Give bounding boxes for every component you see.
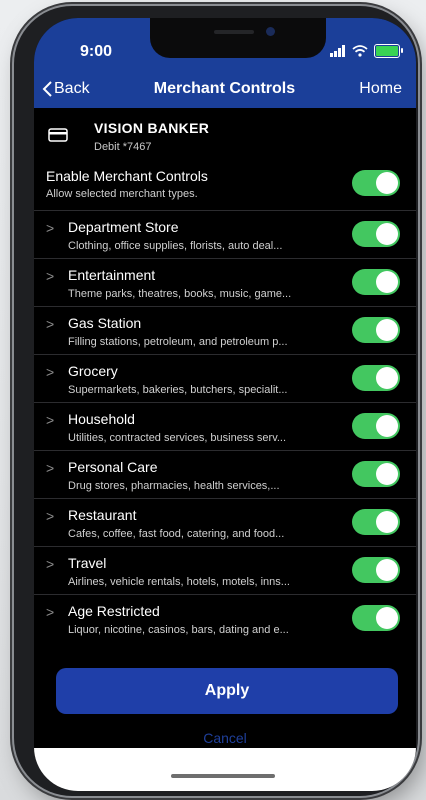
category-row-grocery[interactable]: > Grocery Supermarkets, bakeries, butche… [34,354,416,402]
household-toggle[interactable] [352,413,400,439]
category-subtitle: Supermarkets, bakeries, butchers, specia… [68,384,288,396]
system-icons [330,44,403,58]
chevron-right-icon: > [46,556,55,572]
notch [150,18,326,58]
category-subtitle: Airlines, vehicle rentals, hotels, motel… [68,576,290,588]
wifi-icon [352,45,368,57]
category-row-travel[interactable]: > Travel Airlines, vehicle rentals, hote… [34,546,416,594]
chevron-right-icon: > [46,412,55,428]
category-title: Department Store [68,219,179,235]
category-subtitle: Liquor, nicotine, casinos, bars, dating … [68,624,289,636]
category-title: Household [68,411,135,427]
enable-merchant-controls-row: Enable Merchant Controls Allow selected … [34,160,416,210]
category-row-department-store[interactable]: > Department Store Clothing, office supp… [34,210,416,258]
category-row-household[interactable]: > Household Utilities, contracted servic… [34,402,416,450]
category-title: Grocery [68,363,118,379]
apply-button[interactable]: Apply [56,668,398,714]
personal-care-toggle[interactable] [352,461,400,487]
phone-frame: 9:00 Back Merchant Controls Home VISION … [14,6,418,796]
category-row-entertainment[interactable]: > Entertainment Theme parks, theatres, b… [34,258,416,306]
credit-card-icon [48,128,68,142]
category-subtitle: Cafes, coffee, fast food, catering, and … [68,528,285,540]
category-title: Age Restricted [68,603,160,619]
account-header: VISION BANKER Debit *7467 [34,108,416,160]
nav-bar: Back Merchant Controls Home [34,70,416,108]
enable-controls-title: Enable Merchant Controls [46,168,208,184]
back-button[interactable]: Back [34,80,90,98]
category-title: Restaurant [68,507,137,523]
category-subtitle: Utilities, contracted services, business… [68,432,287,444]
grocery-toggle[interactable] [352,365,400,391]
battery-icon [374,44,403,58]
category-title: Entertainment [68,267,156,283]
restaurant-toggle[interactable] [352,509,400,535]
category-row-gas-station[interactable]: > Gas Station Filling stations, petroleu… [34,306,416,354]
speaker [214,30,254,34]
chevron-right-icon: > [46,460,55,476]
home-indicator[interactable] [171,774,275,778]
chevron-right-icon: > [46,508,55,524]
status-time: 9:00 [80,43,113,60]
age-restricted-toggle[interactable] [352,605,400,631]
category-title: Travel [68,555,107,571]
category-row-restaurant[interactable]: > Restaurant Cafes, coffee, fast food, c… [34,498,416,546]
cellular-signal-icon [330,45,345,57]
back-label: Back [54,80,90,97]
front-camera [266,27,275,36]
entertainment-toggle[interactable] [352,269,400,295]
gas-station-toggle[interactable] [352,317,400,343]
enable-merchant-controls-toggle[interactable] [352,170,400,196]
chevron-left-icon [42,81,52,97]
page-title: Merchant Controls [153,80,296,97]
home-button[interactable]: Home [359,80,416,98]
category-subtitle: Drug stores, pharmacies, health services… [68,480,280,492]
chevron-right-icon: > [46,220,55,236]
category-row-age-restricted[interactable]: > Age Restricted Liquor, nicotine, casin… [34,594,416,642]
category-subtitle: Theme parks, theatres, books, music, gam… [68,288,292,300]
department-store-toggle[interactable] [352,221,400,247]
category-title: Personal Care [68,459,158,475]
app-screen: 9:00 Back Merchant Controls Home VISION … [34,18,416,791]
account-name: VISION BANKER [94,120,210,136]
category-row-personal-care[interactable]: > Personal Care Drug stores, pharmacies,… [34,450,416,498]
category-subtitle: Filling stations, petroleum, and petrole… [68,336,288,348]
category-title: Gas Station [68,315,142,331]
travel-toggle[interactable] [352,557,400,583]
chevron-right-icon: > [46,364,55,380]
cancel-button[interactable]: Cancel [34,730,416,746]
chevron-right-icon: > [46,316,55,332]
bottom-area [34,748,416,791]
merchant-controls-list[interactable]: VISION BANKER Debit *7467 Enable Merchan… [34,108,416,668]
enable-controls-subtitle: Allow selected merchant types. [46,188,198,200]
chevron-right-icon: > [46,604,55,620]
chevron-right-icon: > [46,268,55,284]
category-subtitle: Clothing, office supplies, florists, aut… [68,240,283,252]
account-number: Debit *7467 [94,141,152,153]
